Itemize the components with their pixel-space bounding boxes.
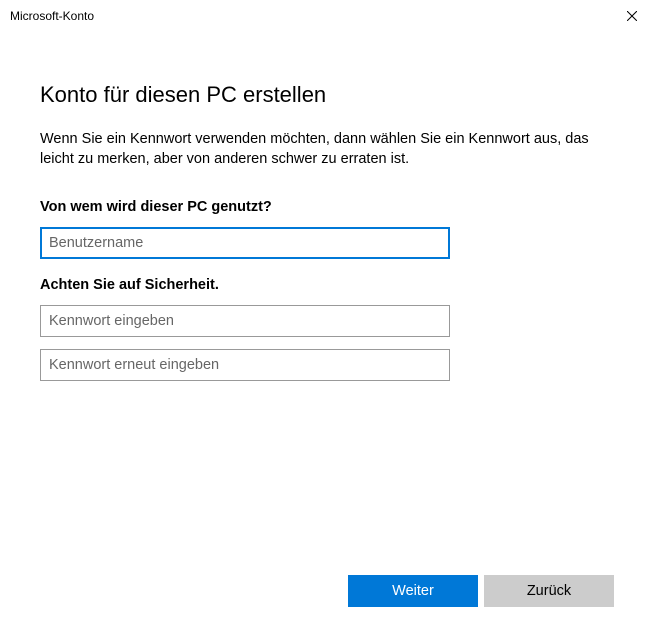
page-description: Wenn Sie ein Kennwort verwenden möchten,… [40, 130, 600, 169]
close-button[interactable] [609, 0, 654, 32]
password-input[interactable] [40, 305, 450, 337]
password-confirm-input[interactable] [40, 349, 450, 381]
titlebar: Microsoft-Konto [0, 0, 654, 32]
footer-buttons: Weiter Zurück [348, 575, 614, 607]
back-button[interactable]: Zurück [484, 575, 614, 607]
username-input[interactable] [40, 227, 450, 259]
password-section: Achten Sie auf Sicherheit. [40, 277, 614, 381]
username-section-label: Von wem wird dieser PC genutzt? [40, 199, 614, 215]
content-area: Konto für diesen PC erstellen Wenn Sie e… [0, 32, 654, 381]
next-button[interactable]: Weiter [348, 575, 478, 607]
close-icon [627, 11, 637, 21]
password-section-label: Achten Sie auf Sicherheit. [40, 277, 614, 293]
window-title: Microsoft-Konto [10, 9, 609, 23]
username-section: Von wem wird dieser PC genutzt? [40, 199, 614, 259]
page-heading: Konto für diesen PC erstellen [40, 82, 614, 108]
